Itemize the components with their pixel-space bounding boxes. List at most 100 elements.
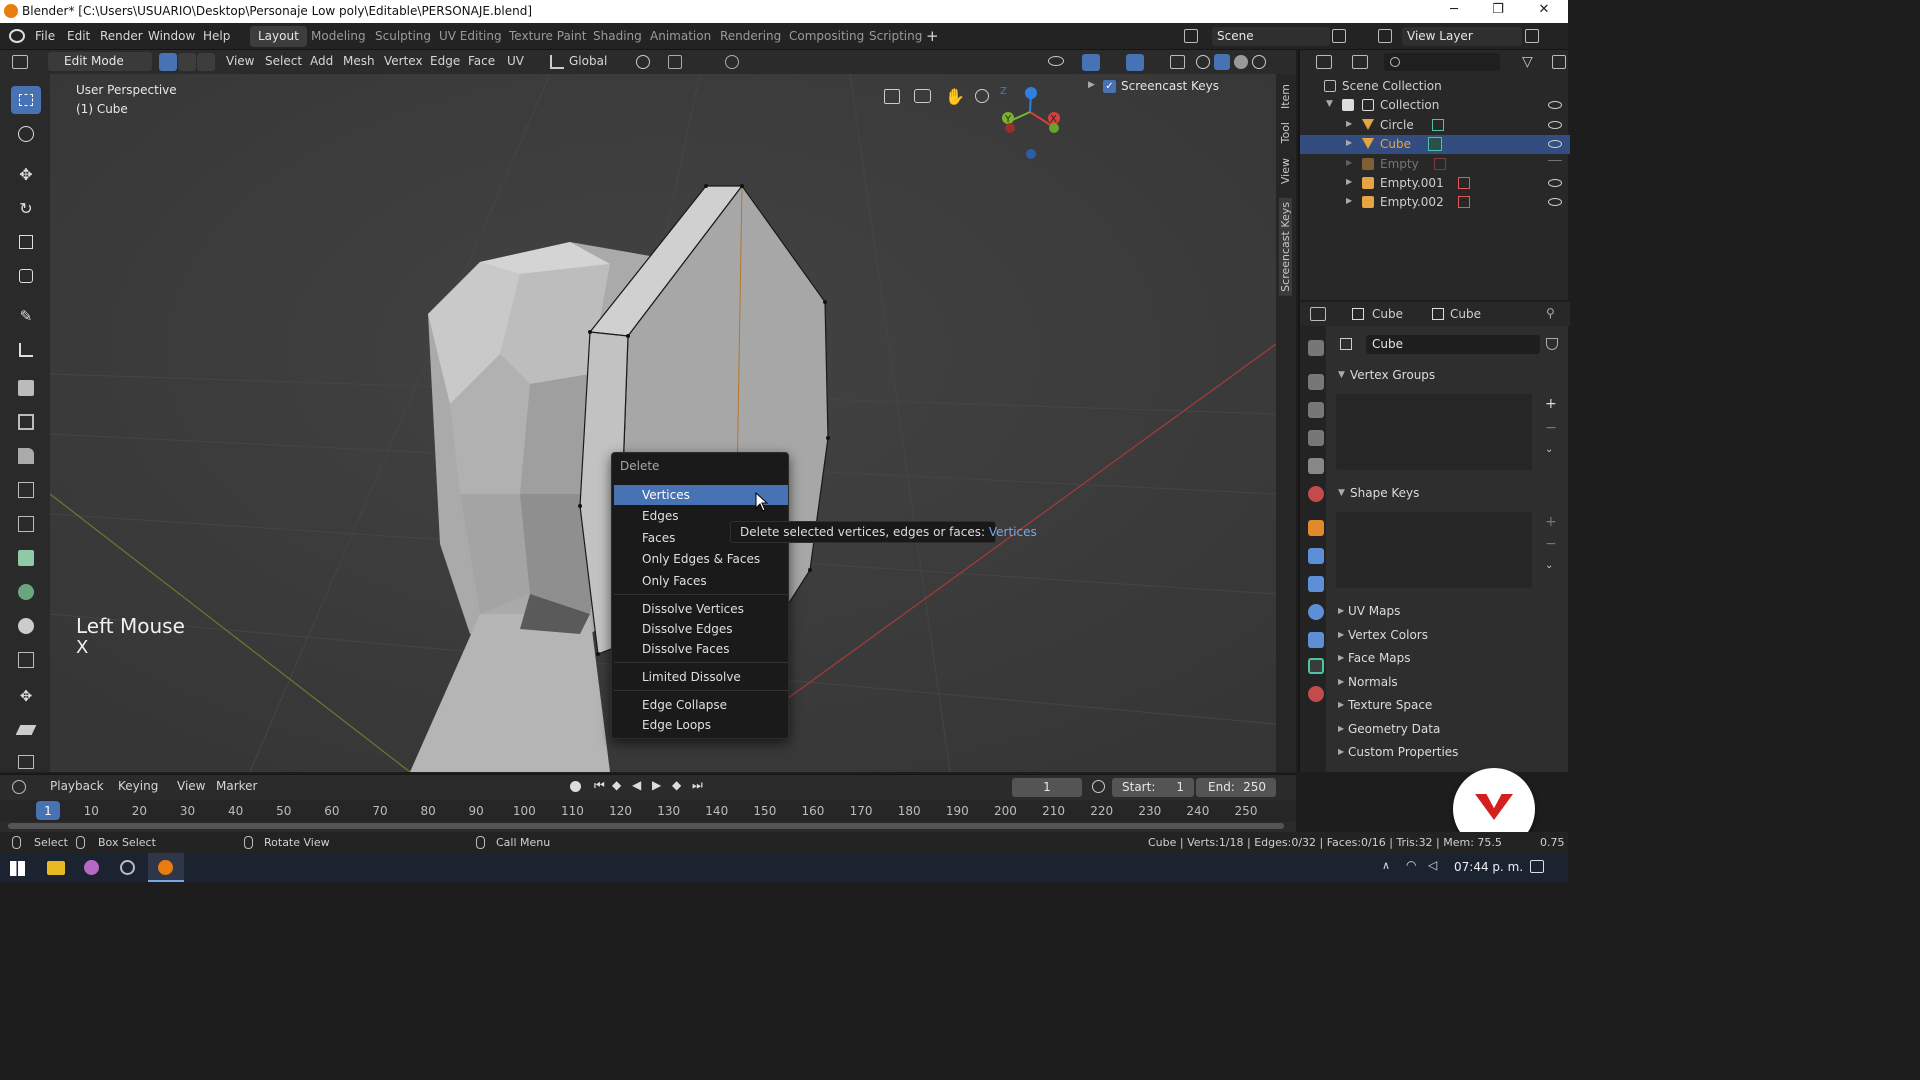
expand-icon[interactable]: ▶	[1338, 606, 1344, 615]
remove-shape-key-icon[interactable]: −	[1545, 536, 1557, 552]
menu-item-edge-loops[interactable]: Edge Loops	[614, 715, 788, 735]
remove-vertex-group-icon[interactable]: −	[1545, 420, 1557, 436]
sidebar-tab-item[interactable]: Item	[1279, 84, 1292, 109]
scene-tab-icon[interactable]	[1308, 458, 1324, 474]
expand-icon[interactable]: ▶	[1346, 196, 1352, 205]
expand-icon[interactable]: ▶	[1338, 677, 1344, 686]
screencast-checkbox[interactable]: ✓	[1103, 80, 1116, 93]
render-tab-icon[interactable]	[1308, 374, 1324, 390]
pan-hand-icon[interactable]: ✋	[945, 87, 965, 106]
pivot-icon[interactable]	[636, 55, 650, 69]
object-tab-icon[interactable]	[1308, 520, 1324, 536]
outliner-collection[interactable]: ▼ Collection	[1300, 96, 1570, 115]
solid-shading-icon[interactable]	[1214, 54, 1230, 70]
scene-selector[interactable]: Scene	[1212, 27, 1330, 46]
add-vertex-group-icon[interactable]: +	[1545, 396, 1557, 412]
sidebar-tab-view[interactable]: View	[1279, 158, 1292, 184]
current-frame-field[interactable]: 1	[1012, 778, 1082, 797]
shrink-fatten-tool-icon[interactable]: ✥	[11, 682, 41, 710]
new-view-layer-icon[interactable]	[1525, 29, 1539, 43]
timeline-editor-icon[interactable]	[12, 780, 26, 794]
inset-tool-icon[interactable]	[11, 408, 41, 436]
visibility-icon[interactable]	[1048, 56, 1064, 66]
header-menu-vertex[interactable]: Vertex	[384, 54, 423, 68]
collapse-icon[interactable]: ▼	[1338, 370, 1345, 380]
outliner-object-empty[interactable]: ▶ Empty	[1300, 155, 1570, 174]
tray-chevron-icon[interactable]: ∧	[1382, 859, 1390, 872]
jump-end-icon[interactable]: ⏭	[692, 778, 703, 793]
eye-icon[interactable]	[1548, 101, 1562, 109]
menu-item-dissolve-vertices[interactable]: Dissolve Vertices	[614, 599, 788, 619]
annotate-tool-icon[interactable]: ✎	[11, 302, 41, 330]
properties-editor-icon[interactable]	[1310, 307, 1326, 321]
rotate-tool-icon[interactable]: ↻	[11, 194, 41, 222]
material-tab-icon[interactable]	[1308, 686, 1324, 702]
windows-start-icon[interactable]	[10, 861, 25, 876]
start-frame-field[interactable]: Start: 1	[1112, 778, 1194, 797]
tab-shading[interactable]: Shading	[585, 26, 650, 47]
play-icon[interactable]: ▶	[652, 778, 661, 792]
face-select-icon[interactable]	[197, 53, 215, 71]
header-menu-view[interactable]: View	[226, 54, 254, 68]
view-layer-selector[interactable]: View Layer	[1402, 27, 1522, 46]
menu-item-limited-dissolve[interactable]: Limited Dissolve	[614, 667, 788, 687]
tab-texture-paint[interactable]: Texture Paint	[501, 26, 594, 47]
expand-icon[interactable]: ▶	[1346, 119, 1352, 128]
panel-geometry-data[interactable]: Geometry Data	[1348, 722, 1440, 736]
tab-modeling[interactable]: Modeling	[303, 26, 374, 47]
panel-custom-properties[interactable]: Custom Properties	[1348, 745, 1458, 759]
knife-tool-icon[interactable]	[11, 510, 41, 538]
tab-sculpting[interactable]: Sculpting	[367, 26, 439, 47]
sidebar-tab-screencast-keys[interactable]: Screencast Keys	[1279, 198, 1292, 296]
bevel-tool-icon[interactable]	[11, 442, 41, 470]
new-collection-icon[interactable]	[1552, 55, 1566, 69]
panel-texture-space[interactable]: Texture Space	[1348, 698, 1432, 712]
tool-tab-icon[interactable]	[1308, 340, 1324, 356]
new-scene-icon[interactable]	[1332, 29, 1346, 43]
select-box-tool-icon[interactable]	[11, 86, 41, 114]
menu-item-only-edges-faces[interactable]: Only Edges & Faces	[614, 549, 788, 569]
close-icon[interactable]: ✕	[1524, 2, 1564, 17]
shape-keys-list[interactable]	[1336, 512, 1532, 588]
rip-region-tool-icon[interactable]	[11, 748, 41, 776]
outliner-search-field[interactable]	[1384, 53, 1500, 71]
panel-vertex-colors[interactable]: Vertex Colors	[1348, 628, 1428, 642]
paint-app-icon[interactable]	[84, 860, 99, 875]
proportional-edit-icon[interactable]	[725, 55, 739, 69]
tab-rendering[interactable]: Rendering	[712, 26, 789, 47]
prev-keyframe-icon[interactable]: ◆	[612, 778, 621, 792]
timeline-menu-playback[interactable]: Playback	[50, 779, 104, 793]
sidebar-tab-tool[interactable]: Tool	[1279, 122, 1292, 143]
extrude-tool-icon[interactable]	[11, 374, 41, 402]
mesh-name-field[interactable]: Cube	[1366, 335, 1540, 354]
transform-tool-icon[interactable]	[11, 262, 41, 290]
menu-file[interactable]: File	[35, 29, 55, 43]
eye-icon[interactable]	[1548, 121, 1562, 129]
header-menu-uv[interactable]: UV	[507, 54, 524, 68]
add-workspace-icon[interactable]: +	[926, 27, 939, 45]
screencast-expand-icon[interactable]: ▶	[1088, 80, 1095, 90]
collapse-icon[interactable]: ▼	[1338, 488, 1345, 498]
shape-key-menu-icon[interactable]: ⌄	[1545, 560, 1553, 571]
file-explorer-icon[interactable]	[47, 861, 65, 875]
smooth-tool-icon[interactable]	[11, 612, 41, 640]
header-menu-select[interactable]: Select	[265, 54, 302, 68]
panel-vertex-groups[interactable]: Vertex Groups	[1350, 368, 1435, 382]
filter-icon[interactable]: ▽	[1522, 54, 1533, 70]
mode-selector[interactable]: Edit Mode	[48, 52, 152, 71]
vertex-select-icon[interactable]	[159, 53, 177, 71]
edge-slide-tool-icon[interactable]	[11, 646, 41, 674]
chrome-icon[interactable]	[120, 860, 135, 875]
outliner-object-empty-001[interactable]: ▶ Empty.001	[1300, 174, 1570, 193]
next-keyframe-icon[interactable]: ◆	[672, 778, 681, 792]
modifier-tab-icon[interactable]	[1308, 548, 1324, 564]
transform-orientation-selector[interactable]: Global	[569, 54, 607, 68]
expand-icon[interactable]: ▶	[1346, 177, 1352, 186]
wireframe-shading-icon[interactable]	[1196, 55, 1210, 69]
outliner-object-empty-002[interactable]: ▶ Empty.002	[1300, 193, 1570, 212]
tab-compositing[interactable]: Compositing	[781, 26, 872, 47]
expand-icon[interactable]: ▶	[1338, 747, 1344, 756]
header-menu-mesh[interactable]: Mesh	[343, 54, 375, 68]
physics-tab-icon[interactable]	[1308, 604, 1324, 620]
output-tab-icon[interactable]	[1308, 402, 1324, 418]
